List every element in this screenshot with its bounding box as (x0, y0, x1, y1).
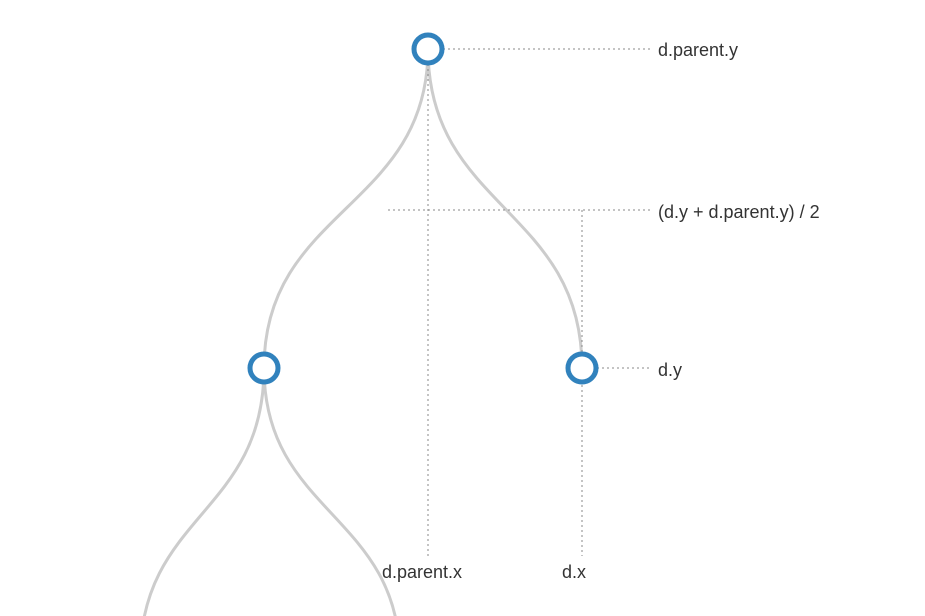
link-left-grandleft-a (140, 368, 264, 616)
node-root (414, 35, 442, 63)
node-left (250, 354, 278, 382)
label-d-y: d.y (658, 360, 682, 381)
link-left-grandleft-b (264, 368, 400, 616)
node-right (568, 354, 596, 382)
label-d-parent-y: d.parent.y (658, 40, 738, 61)
label-d-parent-x: d.parent.x (382, 562, 462, 583)
label-midpoint-y: (d.y + d.parent.y) / 2 (658, 202, 820, 223)
label-d-x: d.x (562, 562, 586, 583)
tree-diagram (0, 0, 925, 616)
link-root-right (428, 49, 582, 368)
link-root-left (264, 49, 428, 368)
